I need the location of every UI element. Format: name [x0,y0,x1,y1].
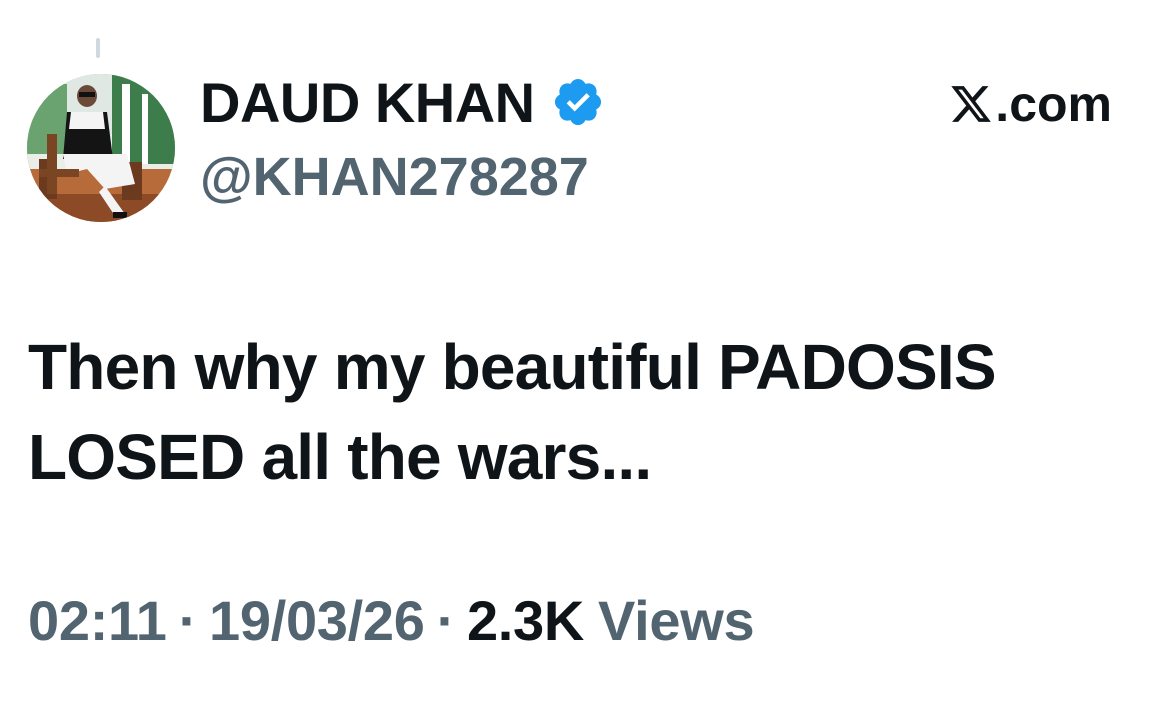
views-count[interactable]: 2.3K [467,588,584,653]
profile-photo-icon [27,74,175,222]
thread-connector-line [96,38,100,58]
tweet-date[interactable]: 19/03/26 [209,588,425,653]
tweet-line: Then why my beautiful PADOSIS [28,331,997,403]
tweet-meta: 02:11 · 19/03/26 · 2.3K Views [28,585,755,655]
author-handle[interactable]: @KHAN278287 [200,146,589,208]
tweet-line: LOSED all the wars... [28,421,652,493]
brand-text: .com [995,76,1112,132]
avatar[interactable] [27,74,175,222]
author-display-name[interactable]: DAUD KHAN [200,70,535,135]
views-label: Views [598,588,755,652]
meta-separator: · [178,588,198,652]
x-logo-icon [949,82,993,126]
meta-separator: · [436,588,456,652]
tweet-body: Then why my beautiful PADOSIS LOSED all … [28,322,1138,502]
author-name-row: DAUD KHAN [200,70,605,134]
brand-watermark: .com [949,76,1112,132]
verified-badge-icon [551,75,605,129]
tweet-time[interactable]: 02:11 [28,588,167,653]
